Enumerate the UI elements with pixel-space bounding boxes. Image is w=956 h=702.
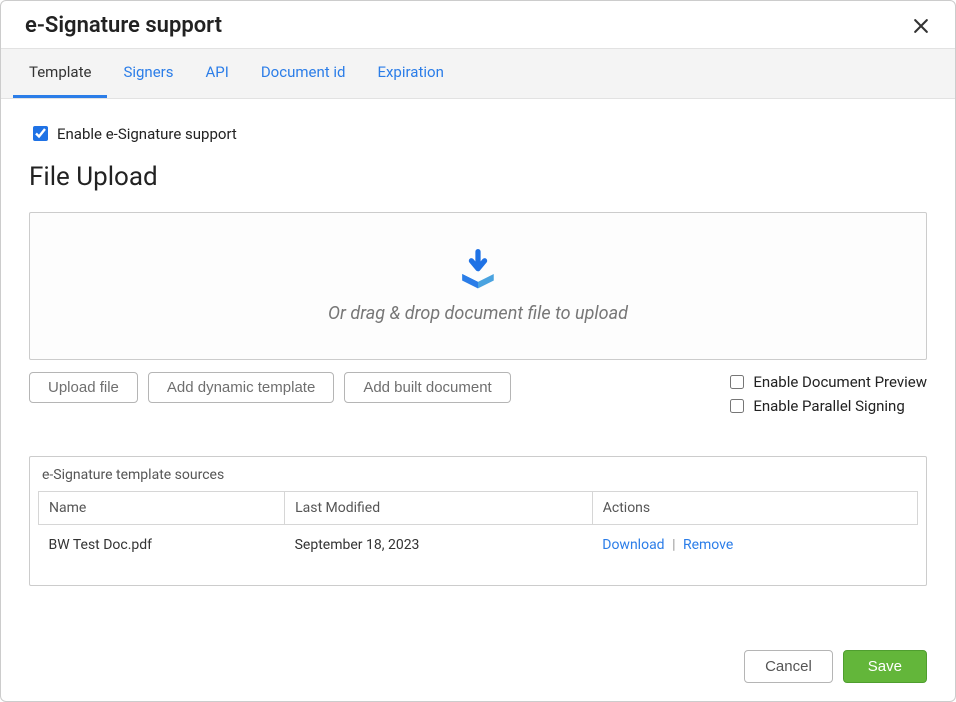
tab-document-id[interactable]: Document id [245,49,362,98]
tabs-bar: Template Signers API Document id Expirat… [1,48,955,99]
add-built-document-button[interactable]: Add built document [344,372,510,403]
tab-api[interactable]: API [189,49,244,98]
file-upload-title: File Upload [29,162,927,192]
enable-document-preview-checkbox[interactable] [730,375,744,389]
enable-esignature-checkbox[interactable] [33,126,48,141]
tab-expiration[interactable]: Expiration [361,49,459,98]
action-divider: | [672,537,675,553]
dialog-header: e-Signature support [1,1,955,48]
col-actions: Actions [592,492,917,525]
add-dynamic-template-button[interactable]: Add dynamic template [148,372,334,403]
col-last-modified: Last Modified [285,492,593,525]
enable-esignature-row: Enable e-Signature support [29,123,927,144]
enable-parallel-signing-row: Enable Parallel Signing [726,396,927,416]
content-area: Enable e-Signature support File Upload O… [1,99,955,632]
upload-buttons-group: Upload file Add dynamic template Add bui… [29,372,511,403]
close-icon[interactable] [911,16,931,36]
table-header-row: Name Last Modified Actions [39,492,918,525]
save-button[interactable]: Save [843,650,927,683]
table-row: BW Test Doc.pdf September 18, 2023 Downl… [39,525,918,566]
cell-name: BW Test Doc.pdf [39,525,285,566]
dropzone-text: Or drag & drop document file to upload [328,303,628,324]
file-dropzone[interactable]: Or drag & drop document file to upload [29,212,927,360]
cell-actions: Download | Remove [592,525,917,566]
enable-parallel-signing-label[interactable]: Enable Parallel Signing [753,397,904,415]
template-sources-title: e-Signature template sources [30,457,926,491]
enable-document-preview-label[interactable]: Enable Document Preview [753,373,927,391]
upload-file-button[interactable]: Upload file [29,372,138,403]
dialog-title: e-Signature support [25,13,222,38]
template-sources-table: Name Last Modified Actions BW Test Doc.p… [38,491,918,565]
enable-esignature-label[interactable]: Enable e-Signature support [57,125,237,143]
download-into-box-icon [457,249,499,291]
cancel-button[interactable]: Cancel [744,650,833,683]
tab-template[interactable]: Template [13,49,107,98]
enable-parallel-signing-checkbox[interactable] [730,399,744,413]
cell-last-modified: September 18, 2023 [285,525,593,566]
esignature-dialog: e-Signature support Template Signers API… [0,0,956,702]
upload-options-group: Enable Document Preview Enable Parallel … [726,372,927,416]
upload-controls-row: Upload file Add dynamic template Add bui… [29,372,927,416]
enable-document-preview-row: Enable Document Preview [726,372,927,392]
download-link[interactable]: Download [602,537,664,553]
template-sources-panel: e-Signature template sources Name Last M… [29,456,927,586]
col-name: Name [39,492,285,525]
dialog-footer: Cancel Save [1,632,955,701]
tab-signers[interactable]: Signers [107,49,189,98]
remove-link[interactable]: Remove [683,537,733,553]
